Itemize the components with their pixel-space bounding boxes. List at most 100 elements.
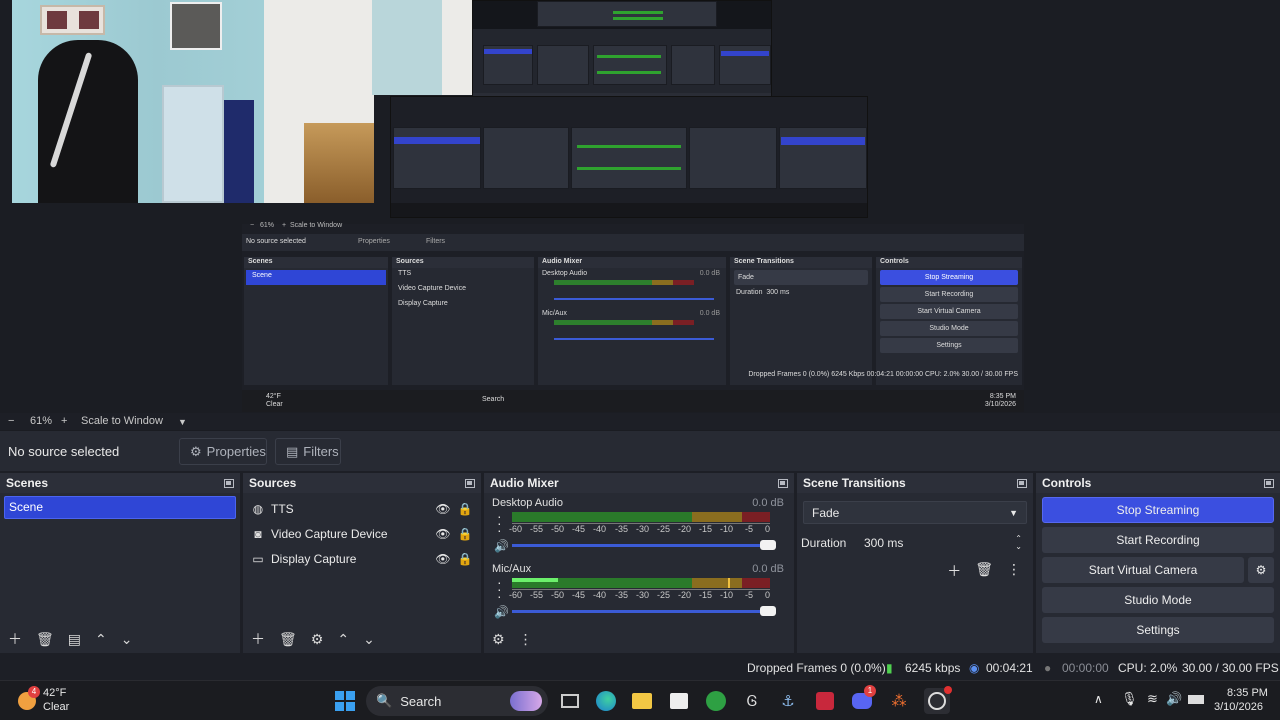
channel-menu-icon[interactable]: · · · [497,575,502,603]
volume-slider[interactable] [512,540,776,550]
speaker-icon[interactable]: 🔊 [494,605,509,619]
battery-icon[interactable] [1188,695,1204,704]
eye-icon[interactable]: 👁 [435,527,451,541]
undock-icon[interactable] [1017,478,1027,488]
undock-icon[interactable] [778,478,788,488]
volume-icon[interactable]: 🔊 [1166,691,1182,707]
store-icon[interactable] [667,689,691,713]
remove-scene-button[interactable]: 🗑 [36,631,54,648]
status-bar: Dropped Frames 0 (0.0%) ▮ 6245 kbps ◉ 00… [0,655,1280,679]
filters-button[interactable]: ▤ Filters [275,438,341,465]
wall-frame [40,5,105,35]
mini-controls-dock: Controls Stop Streaming Start Recording … [876,257,1022,385]
file-explorer-icon[interactable] [630,689,654,713]
move-up-icon[interactable]: ⌃ [95,631,107,648]
lock-icon[interactable]: 🔒 [457,552,473,566]
zoom-out-button[interactable]: − [8,415,14,427]
source-item-display-capture[interactable]: ▭ Display Capture 👁 🔒 [243,546,481,571]
eye-icon[interactable]: 👁 [435,552,451,566]
studio-mode-button[interactable]: Studio Mode [1042,587,1274,613]
slider-handle[interactable] [760,540,776,550]
scene-filters-icon[interactable]: ▤ [68,631,81,648]
spinner-arrows-icon[interactable]: ⌃ ⌄ [1015,535,1022,551]
mini-sources-dock: Sources TTS Video Capture Device Display… [392,257,536,385]
obs-icon[interactable] [924,686,952,714]
clock-time[interactable]: 8:35 PM [1227,687,1268,699]
sources-dock: Sources ◍ TTS 👁 🔒 ◙ Video Capture Device… [243,473,481,653]
record-icon: ● [1044,661,1052,675]
preview-canvas[interactable]: − 61% + Scale to Window No source select… [0,0,1280,413]
properties-button[interactable]: ⚙ Properties [179,438,267,465]
controls-header: Controls [1036,473,1280,493]
discord-icon[interactable]: 1 [850,685,876,713]
duration-value: 300 ms [864,536,904,550]
stop-streaming-button[interactable]: Stop Streaming [1042,497,1274,523]
chevron-up-icon[interactable]: ∧ [1094,692,1103,706]
source-item-tts[interactable]: ◍ TTS 👁 🔒 [243,496,481,521]
record-time: 00:00:00 [1062,661,1109,675]
start-virtual-camera-button[interactable]: Start Virtual Camera [1042,557,1244,583]
monitor-icon: ▭ [252,551,264,566]
zoom-in-button[interactable]: + [61,415,67,427]
sources-toolbar: ＋ 🗑 ⚙ ⌃ ⌄ [243,625,481,653]
channel-menu-icon[interactable]: · · · [497,509,502,537]
zoom-mode-select[interactable]: Scale to Window [81,415,163,427]
move-down-icon[interactable]: ⌄ [121,631,133,648]
edge-icon[interactable] [594,689,618,713]
search-icon: 🔍 [376,693,393,708]
weather-widget[interactable]: 4 [14,686,40,716]
calendar-app-icon[interactable] [813,689,837,713]
settings-button[interactable]: Settings [1042,617,1274,643]
cpu-usage: CPU: 2.0% [1118,661,1178,675]
transition-value: Fade [812,505,840,520]
source-item-video-capture[interactable]: ◙ Video Capture Device 👁 🔒 [243,521,481,546]
advanced-audio-icon[interactable]: ⚙ [492,631,505,648]
move-down-icon[interactable]: ⌄ [363,631,375,648]
undock-icon[interactable] [1264,478,1274,488]
lock-icon[interactable]: 🔒 [457,527,473,541]
gear-icon[interactable]: ⚙ [1248,557,1274,583]
add-transition-button[interactable]: ＋ [947,561,961,581]
remove-source-button[interactable]: 🗑 [279,631,297,648]
source-settings-icon[interactable]: ⚙ [311,631,324,648]
task-view-icon[interactable] [558,689,582,713]
mixer-toolbar: ⚙ ⋮ [484,625,794,653]
volume-slider[interactable] [512,606,776,616]
no-source-label: No source selected [8,444,120,459]
camera-icon: ◙ [254,526,262,541]
add-scene-button[interactable]: ＋ [8,629,22,649]
mixer-menu-icon[interactable]: ⋮ [519,631,533,648]
windows-start-icon[interactable] [333,689,357,713]
undock-icon[interactable] [465,478,475,488]
webcam-feed [12,0,374,203]
undock-icon[interactable] [224,478,234,488]
gaming-chair [38,40,138,203]
mini-mixer-dock: Audio Mixer Desktop Audio 0.0 dB Mic/Aux… [538,257,728,385]
app-icon[interactable]: Ꮆ [740,689,764,713]
remove-transition-button[interactable]: 🗑 [975,561,993,581]
lock-icon[interactable]: 🔒 [457,502,473,516]
scene-list-item[interactable]: Scene [4,496,236,519]
zoom-level: 61% [30,415,53,427]
xbox-icon[interactable] [704,689,728,713]
microphone-icon[interactable]: 🎙 [1121,691,1138,707]
app-dots-icon[interactable]: ⁂ [887,689,911,713]
duration-input[interactable]: 300 ms ⌃ ⌄ [859,532,1027,554]
transition-menu-icon[interactable]: ⋮ [1007,561,1021,581]
transition-select[interactable]: Fade ▼ [803,501,1027,524]
nested-obs-level3 [472,0,772,102]
transitions-header: Scene Transitions [797,473,1033,493]
taskbar-search[interactable]: 🔍 Search [366,686,548,716]
eye-icon[interactable]: 👁 [435,502,451,516]
move-up-icon[interactable]: ⌃ [337,631,349,648]
steam-icon[interactable]: ⚓ [776,689,800,713]
slider-handle[interactable] [760,606,776,616]
start-recording-button[interactable]: Start Recording [1042,527,1274,553]
add-source-button[interactable]: ＋ [251,629,265,649]
stream-time: 00:04:21 [986,661,1033,675]
dropped-frames: Dropped Frames 0 (0.0%) [747,661,886,675]
speaker-icon[interactable]: 🔊 [494,539,509,553]
wifi-icon[interactable]: ≋ [1147,691,1158,707]
clock-date[interactable]: 3/10/2026 [1214,701,1263,713]
chevron-down-icon[interactable]: ▼ [178,417,187,427]
